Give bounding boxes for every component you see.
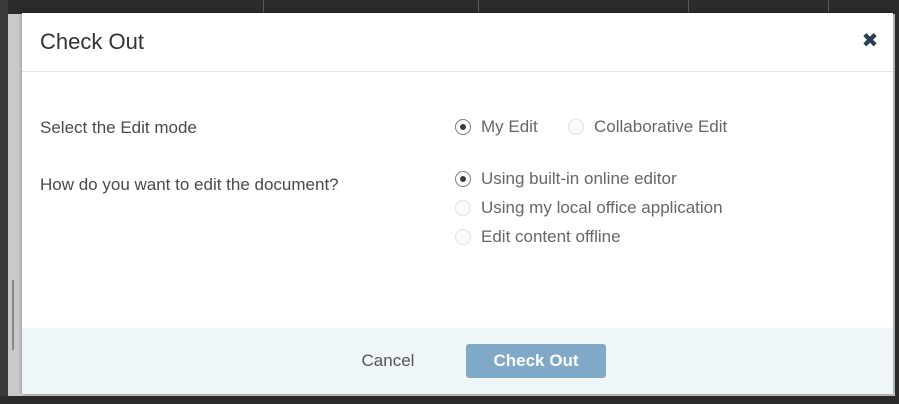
close-icon[interactable]: ✖ [861,31,879,51]
dialog-footer: Cancel Check Out [22,328,893,394]
background-right-border [895,0,899,404]
background-left-bar [0,0,8,404]
dialog-header: Check Out ✖ [22,13,893,72]
toolbar-separator [688,0,689,14]
radio-online-editor-label: Using built-in online editor [481,169,677,188]
radio-collaborative-edit[interactable]: Collaborative Edit [568,117,727,137]
radio-collaborative-edit-label: Collaborative Edit [594,117,728,136]
radio-edit-offline[interactable]: Edit content offline [455,227,621,247]
radio-unchecked-icon[interactable] [568,119,584,135]
toolbar-separator [263,0,264,14]
radio-my-edit[interactable]: My Edit [455,117,538,137]
radio-unchecked-icon[interactable] [455,200,471,216]
radio-unchecked-icon[interactable] [455,229,471,245]
radio-online-editor[interactable]: Using built-in online editor [455,169,677,189]
radio-local-office-app[interactable]: Using my local office application [455,198,723,218]
check-out-button[interactable]: Check Out [466,344,606,378]
background-toolbar [8,0,899,14]
toolbar-separator [478,0,479,14]
edit-method-label: How do you want to edit the document? [40,175,339,194]
radio-local-office-app-label: Using my local office application [481,198,723,217]
radio-my-edit-label: My Edit [481,117,538,136]
check-out-dialog: Check Out ✖ Select the Edit mode My Edit… [22,13,893,394]
toolbar-separator [828,0,829,14]
edit-mode-label: Select the Edit mode [40,118,197,137]
cancel-button[interactable]: Cancel [338,345,438,377]
radio-checked-icon[interactable] [455,171,471,187]
dialog-title: Check Out [40,29,144,54]
background-bottom-border [0,396,899,404]
background-scroll-line [12,280,14,350]
radio-checked-icon[interactable] [455,119,471,135]
radio-edit-offline-label: Edit content offline [481,227,621,246]
